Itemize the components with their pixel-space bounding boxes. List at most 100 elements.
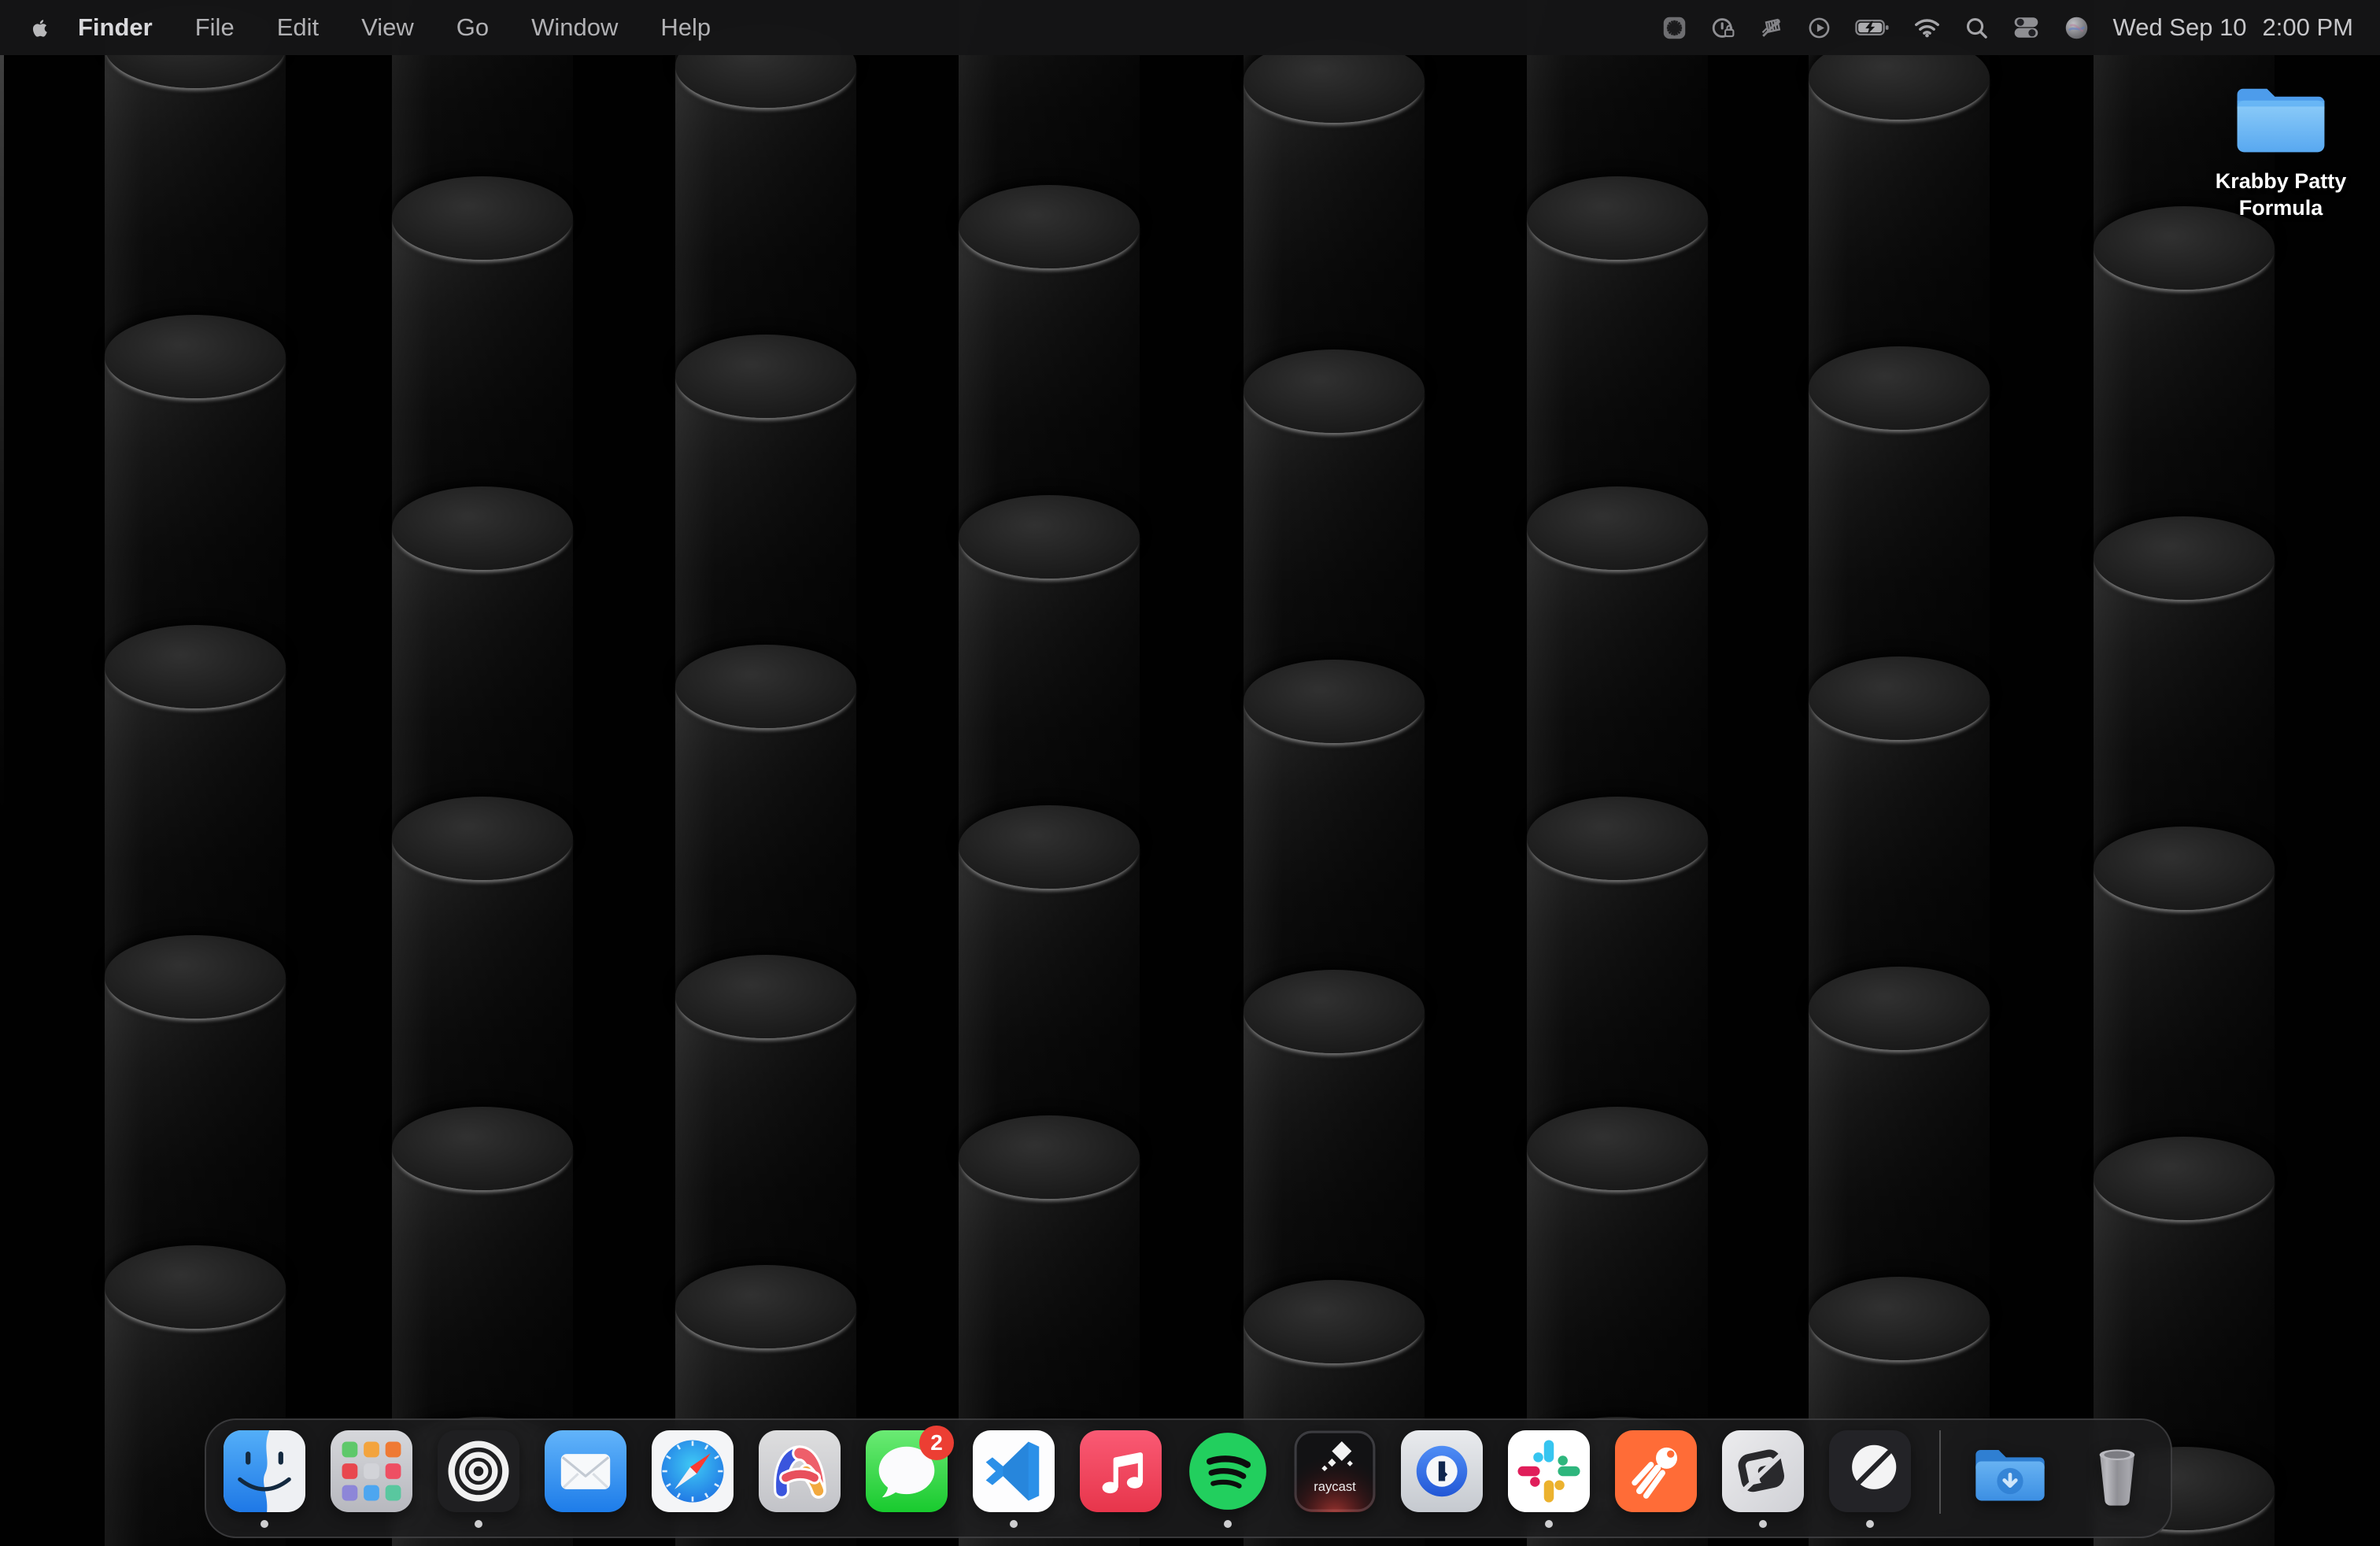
- menu-bar-left: Finder FileEditViewGoWindowHelp: [30, 13, 732, 42]
- dock-item-arc[interactable]: [759, 1430, 841, 1533]
- finder-icon: [224, 1430, 305, 1512]
- cylinder-cap: [675, 955, 856, 1038]
- dock-item-spotify[interactable]: [1187, 1430, 1269, 1533]
- siri-menubar-icon[interactable]: [2064, 15, 2090, 41]
- menubar-time: 2:00 PM: [2263, 13, 2353, 42]
- menubar-date: Wed Sep 10: [2113, 13, 2247, 42]
- menu-item-view[interactable]: View: [340, 13, 435, 42]
- cylinder-cap: [1809, 346, 1990, 430]
- cylinder-cap: [1244, 970, 1425, 1053]
- dock-item-screen-studio[interactable]: [438, 1430, 519, 1533]
- zed-icon: [1722, 1430, 1804, 1512]
- dock-separator: [1939, 1430, 1941, 1514]
- power-lock-menubar-icon[interactable]: [1711, 16, 1735, 40]
- cylinder-cap: [392, 486, 573, 570]
- cylinder-cap: [675, 1265, 856, 1348]
- cylinder-cap: [1809, 656, 1990, 740]
- folder-label: Krabby Patty Formula: [2197, 168, 2365, 221]
- launchpad-icon: [331, 1430, 412, 1512]
- menu-item-help[interactable]: Help: [639, 13, 732, 42]
- dock-item-finder[interactable]: [224, 1430, 305, 1533]
- cylinder-cap: [959, 1115, 1140, 1199]
- running-indicator: [1759, 1520, 1767, 1528]
- desktop-folder-krabby-patty[interactable]: Krabby Patty Formula: [2188, 79, 2374, 221]
- wallpaper-edge-highlight: [0, 55, 4, 811]
- vscode-icon: [973, 1430, 1055, 1512]
- cylinder-cap: [105, 315, 286, 398]
- wallpaper-column: [959, 0, 1140, 1546]
- dock-item-zed[interactable]: [1722, 1430, 1804, 1533]
- cylinder-cap: [675, 335, 856, 418]
- cylinder-cap: [1527, 797, 1708, 880]
- running-indicator: [475, 1520, 482, 1528]
- cylinder-cap: [1809, 967, 1990, 1050]
- cylinder-cap: [1527, 176, 1708, 260]
- menu-item-file[interactable]: File: [174, 13, 256, 42]
- onepassword-icon: [1401, 1430, 1483, 1512]
- safari-icon: [652, 1430, 734, 1512]
- linear-icon: [1829, 1430, 1911, 1512]
- cylinder-cap: [1809, 1277, 1990, 1360]
- cylinder-cap: [392, 176, 573, 260]
- cylinder-cap: [1244, 660, 1425, 743]
- dock-item-linear[interactable]: [1829, 1430, 1911, 1533]
- battery-charging-menubar-icon[interactable]: [1855, 18, 1890, 37]
- postman-icon: [1615, 1430, 1697, 1512]
- menu-bar: Finder FileEditViewGoWindowHelp: [0, 0, 2380, 55]
- hatched-slash-menubar-icon[interactable]: [1759, 16, 1783, 40]
- cylinder-cap: [959, 495, 1140, 579]
- wallpaper-column: [1527, 0, 1708, 1546]
- dock-item-messages[interactable]: 2: [866, 1430, 948, 1533]
- aperture-burst-menubar-icon[interactable]: [1661, 15, 1687, 41]
- dock-item-safari[interactable]: [652, 1430, 734, 1533]
- wifi-menubar-icon[interactable]: [1913, 17, 1941, 38]
- folder-icon: [2231, 79, 2330, 158]
- cylinder-cap: [959, 185, 1140, 268]
- arc-icon: [759, 1430, 841, 1512]
- wallpaper-column: [675, 0, 856, 1546]
- cylinder-cap: [1244, 1280, 1425, 1363]
- cylinder-cap: [392, 797, 573, 880]
- spotlight-search-menubar-icon[interactable]: [1964, 16, 1989, 40]
- dock-item-slack[interactable]: [1508, 1430, 1590, 1533]
- cylinder-cap: [105, 625, 286, 708]
- spotify-icon: [1187, 1430, 1269, 1512]
- running-indicator: [261, 1520, 268, 1528]
- dock-item-launchpad[interactable]: [331, 1430, 412, 1533]
- running-indicator: [1545, 1520, 1553, 1528]
- dock-item-postman[interactable]: [1615, 1430, 1697, 1533]
- running-indicator: [1010, 1520, 1018, 1528]
- dock-item-trash[interactable]: [2076, 1430, 2158, 1533]
- cylinder-cap: [1527, 486, 1708, 570]
- dock-item-downloads[interactable]: [1969, 1430, 2051, 1533]
- menu-item-edit[interactable]: Edit: [256, 13, 340, 42]
- trash-icon: [2076, 1430, 2158, 1512]
- cylinder-cap: [105, 1245, 286, 1329]
- menubar-clock[interactable]: Wed Sep 10 2:00 PM: [2113, 13, 2354, 42]
- menu-item-window[interactable]: Window: [510, 13, 639, 42]
- apple-menu-icon[interactable]: [30, 17, 51, 39]
- wallpaper-column: [2094, 0, 2275, 1546]
- menu-item-finder[interactable]: Finder: [64, 13, 174, 42]
- wallpaper-column: [1809, 0, 1990, 1546]
- dock-item-raycast[interactable]: raycast: [1294, 1430, 1376, 1533]
- dock-item-onepassword[interactable]: [1401, 1430, 1483, 1533]
- dock-item-vscode[interactable]: [973, 1430, 1055, 1533]
- menu-item-go[interactable]: Go: [435, 13, 510, 42]
- screen-studio-icon: [438, 1430, 519, 1512]
- now-playing-menubar-icon[interactable]: [1807, 16, 1831, 40]
- notification-badge: 2: [919, 1426, 954, 1460]
- desktop-wallpaper: [0, 0, 2380, 1546]
- downloads-icon: [1969, 1430, 2051, 1512]
- cylinder-cap: [105, 935, 286, 1019]
- cylinder-cap: [959, 805, 1140, 889]
- cylinder-cap: [2094, 827, 2275, 910]
- raycast-wordmark: raycast: [1314, 1479, 1356, 1494]
- cylinder-cap: [2094, 516, 2275, 600]
- dock-item-mail[interactable]: [545, 1430, 626, 1533]
- control-center-menubar-icon[interactable]: [2012, 16, 2040, 39]
- dock-item-music[interactable]: [1080, 1430, 1162, 1533]
- slack-icon: [1508, 1430, 1590, 1512]
- music-icon: [1080, 1430, 1162, 1512]
- raycast-icon: raycast: [1294, 1430, 1376, 1512]
